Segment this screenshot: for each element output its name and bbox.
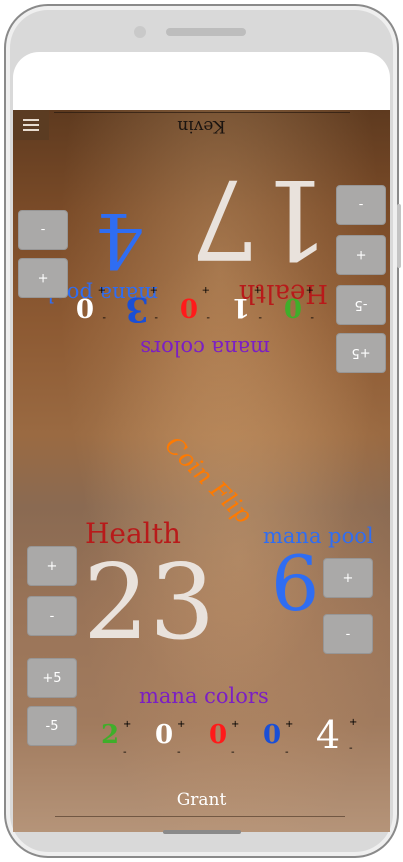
mana-plus[interactable]: + xyxy=(150,284,158,295)
mana-blue: - 3 + xyxy=(120,274,158,330)
mana-red: 0 + - xyxy=(201,712,239,768)
mana-colorless: - 0 + xyxy=(68,274,106,330)
mana-minus[interactable]: - xyxy=(154,312,158,323)
bottom-player-panel: Health 23 mana pool 6 + - +5 -5 + - mana… xyxy=(13,470,390,832)
mana-minus[interactable]: - xyxy=(123,748,127,758)
health-minus-button[interactable]: - xyxy=(27,596,77,636)
mana-minus[interactable]: - xyxy=(310,312,314,323)
mana-plus[interactable]: + xyxy=(349,718,357,728)
mana-green: - 0 + xyxy=(276,274,314,330)
mana-minus[interactable]: - xyxy=(258,312,262,323)
home-indicator[interactable] xyxy=(163,830,241,834)
mana-green: 2 + - xyxy=(93,712,131,768)
game-board: Kevin Health 17 mana pool 4 +5 -5 + - + … xyxy=(13,110,390,832)
mana-colors-row: - 0 + - 1 + - 0 + - 3 + - 0 + xyxy=(60,274,314,330)
player-name: Kevin xyxy=(177,116,226,136)
mana-plus[interactable]: + xyxy=(98,284,106,295)
mana-value: 0 xyxy=(154,720,174,750)
power-button xyxy=(397,204,401,268)
mana-minus[interactable]: - xyxy=(349,744,353,754)
mana-value: 3 xyxy=(125,289,149,329)
mana-pool-minus-button[interactable]: - xyxy=(18,210,68,250)
mana-value: 0 xyxy=(262,720,282,750)
mana-minus[interactable]: - xyxy=(231,748,235,758)
health-plus5-button[interactable]: +5 xyxy=(336,333,386,373)
mana-plus[interactable]: + xyxy=(231,720,239,730)
mana-colors-label: mana colors xyxy=(139,684,269,708)
mana-blue: 0 + - xyxy=(255,712,293,768)
mana-plus[interactable]: + xyxy=(202,284,210,295)
mana-plus[interactable]: + xyxy=(177,720,185,730)
mana-red: - 0 + xyxy=(172,274,210,330)
mana-plus[interactable]: + xyxy=(285,720,293,730)
mana-colors-row: 2 + - 0 + - 0 + - 0 + - 4 + - xyxy=(93,712,363,768)
health-minus-button[interactable]: - xyxy=(336,185,386,225)
player-name: Grant xyxy=(176,790,227,810)
mana-minus[interactable]: - xyxy=(285,748,289,758)
health-value: 17 xyxy=(190,155,330,283)
mana-value: 0 xyxy=(179,292,199,322)
mana-value: 0 xyxy=(283,292,303,322)
mana-value: 0 xyxy=(208,720,228,750)
mana-white: 0 + - xyxy=(147,712,185,768)
mana-pool-minus-button[interactable]: - xyxy=(323,614,373,654)
health-plus-button[interactable]: + xyxy=(27,546,77,586)
mana-minus[interactable]: - xyxy=(177,748,181,758)
status-area xyxy=(13,52,390,110)
health-minus5-button[interactable]: -5 xyxy=(27,706,77,746)
mana-plus[interactable]: + xyxy=(254,284,262,295)
mana-colorless: 4 + - xyxy=(311,712,357,768)
speaker-grille xyxy=(166,28,246,36)
menu-icon[interactable] xyxy=(13,110,49,140)
mana-minus[interactable]: - xyxy=(102,312,106,323)
mana-value: 0 xyxy=(75,292,95,322)
mana-pool-value: 4 xyxy=(95,196,144,285)
camera-icon xyxy=(134,26,146,38)
name-underline xyxy=(54,112,350,113)
mana-value: 4 xyxy=(315,713,341,757)
mana-pool-plus-button[interactable]: + xyxy=(323,558,373,598)
health-value: 23 xyxy=(83,541,216,663)
mana-value: 1 xyxy=(231,292,251,322)
mana-white: - 1 + xyxy=(224,274,262,330)
mana-plus[interactable]: + xyxy=(306,284,314,295)
mana-plus[interactable]: + xyxy=(123,720,131,730)
health-plus5-button[interactable]: +5 xyxy=(27,658,77,698)
mana-minus[interactable]: - xyxy=(206,312,210,323)
mana-pool-value: 6 xyxy=(271,539,320,628)
health-plus-button[interactable]: + xyxy=(336,235,386,275)
bottom-divider xyxy=(55,816,345,817)
health-minus5-button[interactable]: -5 xyxy=(336,285,386,325)
mana-colors-label: mana colors xyxy=(140,336,270,360)
top-player-panel: Kevin Health 17 mana pool 4 +5 -5 + - + … xyxy=(13,110,390,470)
mana-value: 2 xyxy=(100,720,120,750)
